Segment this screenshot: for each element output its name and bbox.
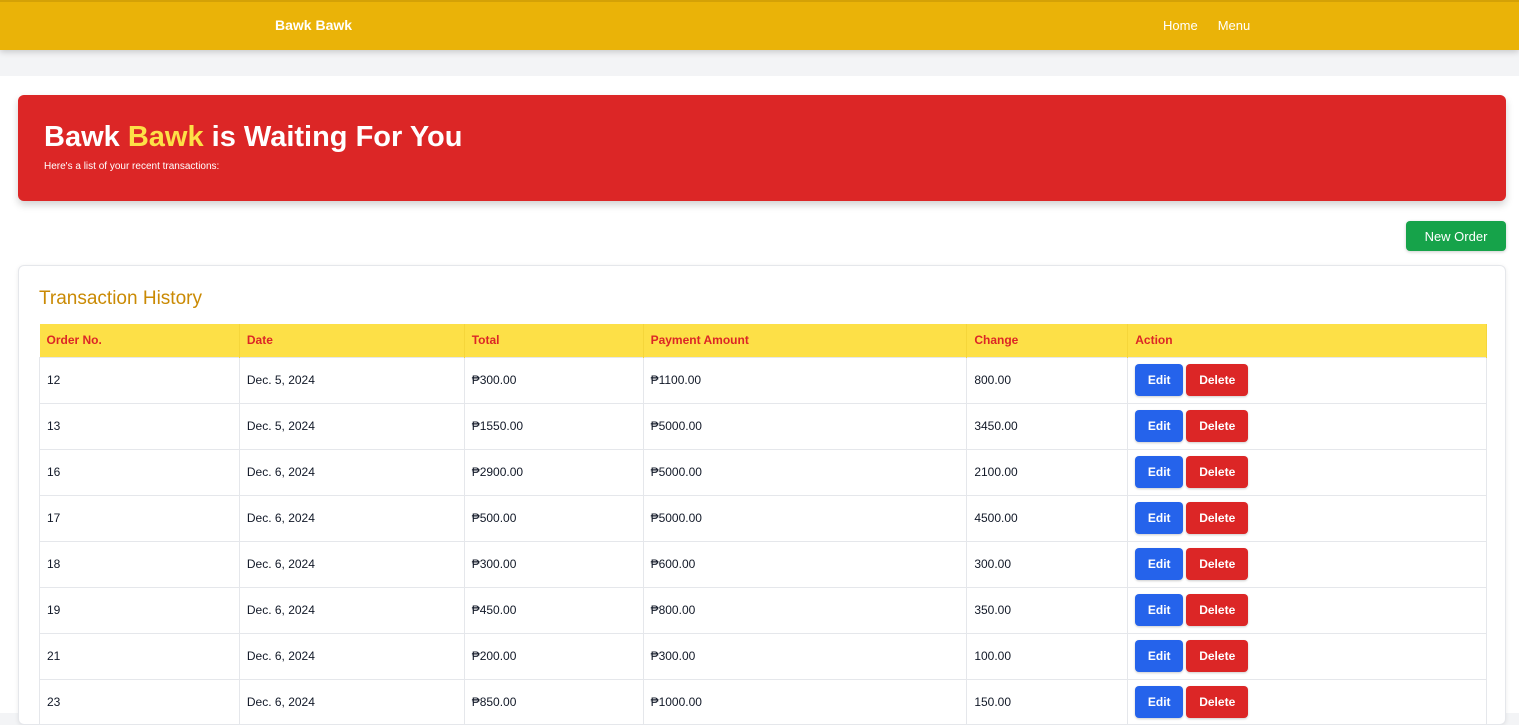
cell-order-no: 21 xyxy=(39,632,240,679)
cell-action: Edit Delete xyxy=(1127,402,1487,449)
cell-date: Dec. 6, 2024 xyxy=(239,678,465,725)
cell-order-no: 23 xyxy=(39,678,240,725)
cell-total: ₱500.00 xyxy=(464,494,644,541)
column-header-payment-amount: Payment Amount xyxy=(643,324,968,357)
cell-change: 4500.00 xyxy=(966,494,1129,541)
column-header-order-no: Order No. xyxy=(39,324,240,357)
table-row: 12 Dec. 5, 2024 ₱300.00 ₱1100.00 800.00 … xyxy=(39,356,1487,403)
cell-order-no: 18 xyxy=(39,540,240,587)
transaction-history-card: Transaction History Order No. Date Total… xyxy=(18,265,1506,725)
nav-links: Home Menu xyxy=(1163,18,1250,33)
cell-action: Edit Delete xyxy=(1127,586,1487,633)
cell-payment-amount: ₱1000.00 xyxy=(643,678,968,725)
cell-payment-amount: ₱5000.00 xyxy=(643,448,968,495)
edit-button[interactable]: Edit xyxy=(1135,594,1184,626)
main-content: Bawk Bawk is Waiting For You Here's a li… xyxy=(0,76,1519,725)
cell-total: ₱1550.00 xyxy=(464,402,644,449)
hero-title-part2: is Waiting For You xyxy=(203,121,463,153)
cell-payment-amount: ₱300.00 xyxy=(643,632,968,679)
cell-total: ₱850.00 xyxy=(464,678,644,725)
column-header-date: Date xyxy=(239,324,465,357)
cell-action: Edit Delete xyxy=(1127,540,1487,587)
table-row: 23 Dec. 6, 2024 ₱850.00 ₱1000.00 150.00 … xyxy=(39,678,1487,725)
cell-total: ₱300.00 xyxy=(464,540,644,587)
edit-button[interactable]: Edit xyxy=(1135,502,1184,534)
delete-button[interactable]: Delete xyxy=(1186,686,1249,719)
cell-total: ₱2900.00 xyxy=(464,448,644,495)
brand-logo[interactable]: Bawk Bawk xyxy=(275,17,352,33)
cell-change: 300.00 xyxy=(966,540,1129,587)
table-row: 17 Dec. 6, 2024 ₱500.00 ₱5000.00 4500.00… xyxy=(39,494,1487,541)
navbar: Bawk Bawk Home Menu xyxy=(0,0,1519,50)
cell-date: Dec. 6, 2024 xyxy=(239,586,465,633)
cell-date: Dec. 5, 2024 xyxy=(239,402,465,449)
table-row: 18 Dec. 6, 2024 ₱300.00 ₱600.00 300.00 E… xyxy=(39,540,1487,587)
column-header-total: Total xyxy=(464,324,644,357)
cell-action: Edit Delete xyxy=(1127,678,1487,725)
cell-action: Edit Delete xyxy=(1127,356,1487,403)
hero-banner: Bawk Bawk is Waiting For You Here's a li… xyxy=(18,95,1506,201)
edit-button[interactable]: Edit xyxy=(1135,364,1184,396)
hero-title-part1: Bawk xyxy=(44,121,128,153)
cell-change: 100.00 xyxy=(966,632,1129,679)
table-row: 19 Dec. 6, 2024 ₱450.00 ₱800.00 350.00 E… xyxy=(39,586,1487,633)
delete-button[interactable]: Delete xyxy=(1186,640,1249,672)
delete-button[interactable]: Delete xyxy=(1186,594,1249,626)
transaction-history-title: Transaction History xyxy=(39,288,202,309)
delete-button[interactable]: Delete xyxy=(1186,548,1249,580)
cell-change: 800.00 xyxy=(966,356,1129,403)
edit-button[interactable]: Edit xyxy=(1135,456,1184,488)
delete-button[interactable]: Delete xyxy=(1186,364,1249,396)
cell-change: 350.00 xyxy=(966,586,1129,633)
cell-payment-amount: ₱800.00 xyxy=(643,586,968,633)
cell-date: Dec. 6, 2024 xyxy=(239,448,465,495)
table-row: 21 Dec. 6, 2024 ₱200.00 ₱300.00 100.00 E… xyxy=(39,632,1487,679)
cell-action: Edit Delete xyxy=(1127,494,1487,541)
cell-total: ₱300.00 xyxy=(464,356,644,403)
nav-link-home[interactable]: Home xyxy=(1163,18,1198,33)
cell-date: Dec. 6, 2024 xyxy=(239,540,465,587)
column-header-change: Change xyxy=(966,324,1129,357)
cell-change: 2100.00 xyxy=(966,448,1129,495)
edit-button[interactable]: Edit xyxy=(1135,686,1184,719)
cell-payment-amount: ₱5000.00 xyxy=(643,402,968,449)
cell-date: Dec. 5, 2024 xyxy=(239,356,465,403)
edit-button[interactable]: Edit xyxy=(1135,410,1184,442)
cell-change: 3450.00 xyxy=(966,402,1129,449)
table-header-row: Order No. Date Total Payment Amount Chan… xyxy=(39,324,1487,357)
table-row: 13 Dec. 5, 2024 ₱1550.00 ₱5000.00 3450.0… xyxy=(39,402,1487,449)
cell-order-no: 12 xyxy=(39,356,240,403)
cell-order-no: 19 xyxy=(39,586,240,633)
cell-total: ₱450.00 xyxy=(464,586,644,633)
cell-payment-amount: ₱5000.00 xyxy=(643,494,968,541)
column-header-action: Action xyxy=(1127,324,1487,357)
delete-button[interactable]: Delete xyxy=(1186,410,1249,442)
cell-action: Edit Delete xyxy=(1127,448,1487,495)
hero-subtitle: Here's a list of your recent transaction… xyxy=(44,161,220,172)
delete-button[interactable]: Delete xyxy=(1186,456,1249,488)
new-order-button[interactable]: New Order xyxy=(1406,221,1506,251)
cell-action: Edit Delete xyxy=(1127,632,1487,679)
edit-button[interactable]: Edit xyxy=(1135,548,1184,580)
cell-order-no: 13 xyxy=(39,402,240,449)
cell-order-no: 17 xyxy=(39,494,240,541)
cell-total: ₱200.00 xyxy=(464,632,644,679)
table-row: 16 Dec. 6, 2024 ₱2900.00 ₱5000.00 2100.0… xyxy=(39,448,1487,495)
cell-change: 150.00 xyxy=(966,678,1129,725)
cell-order-no: 16 xyxy=(39,448,240,495)
cell-date: Dec. 6, 2024 xyxy=(239,494,465,541)
edit-button[interactable]: Edit xyxy=(1135,640,1184,672)
delete-button[interactable]: Delete xyxy=(1186,502,1249,534)
cell-payment-amount: ₱1100.00 xyxy=(643,356,968,403)
hero-title: Bawk Bawk is Waiting For You xyxy=(44,121,462,154)
cell-date: Dec. 6, 2024 xyxy=(239,632,465,679)
nav-link-menu[interactable]: Menu xyxy=(1218,18,1251,33)
transaction-table: Order No. Date Total Payment Amount Chan… xyxy=(39,324,1487,725)
hero-title-highlight: Bawk xyxy=(127,121,204,153)
cell-payment-amount: ₱600.00 xyxy=(643,540,968,587)
